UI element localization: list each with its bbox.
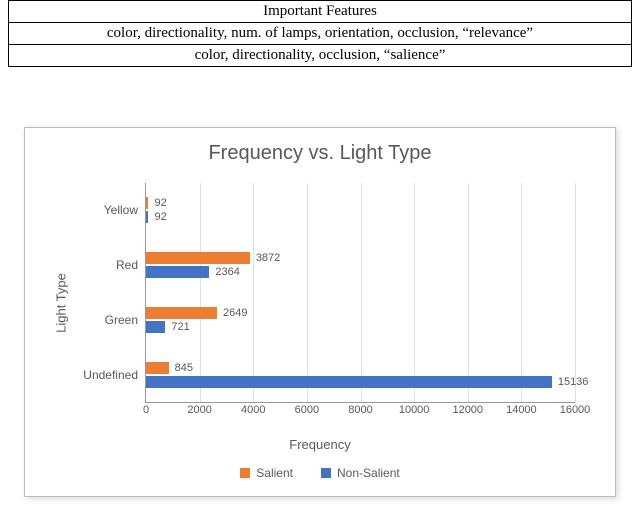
chart-card: Frequency vs. Light Type Light Type 0200… (24, 127, 616, 497)
bar-value-label: 92 (154, 211, 166, 223)
category-label: Yellow (104, 203, 146, 217)
category-group: Yellow9292 (146, 183, 575, 238)
legend-item-nonsalient: Non-Salient (321, 466, 400, 480)
category-label: Undefined (83, 368, 146, 382)
x-tick: 6000 (295, 404, 319, 416)
bar-value-label: 15136 (558, 376, 589, 388)
legend-label: Non-Salient (337, 466, 400, 480)
table-row: color, directionality, num. of lamps, or… (9, 23, 632, 45)
x-axis-label: Frequency (25, 437, 615, 452)
table-row: color, directionality, occlusion, “salie… (9, 45, 632, 67)
bar-nonsalient (146, 321, 165, 333)
chart-title: Frequency vs. Light Type (25, 128, 615, 173)
category-group: Green2649721 (146, 293, 575, 348)
y-axis-label: Light Type (53, 273, 68, 333)
bar-nonsalient (146, 266, 209, 278)
x-tick: 16000 (560, 404, 591, 416)
legend-label: Salient (256, 466, 293, 480)
plot-zone: Light Type 02000400060008000100001200014… (85, 173, 585, 433)
bar-salient (146, 362, 169, 374)
category-group: Red38722364 (146, 238, 575, 293)
legend-swatch-salient (240, 468, 250, 478)
x-tick: 10000 (399, 404, 430, 416)
bar-salient (146, 252, 250, 264)
bar-salient (146, 197, 148, 209)
x-tick: 4000 (241, 404, 265, 416)
plot-area: 0200040006000800010000120001400016000 Ye… (145, 183, 575, 403)
x-axis-ticks: 0200040006000800010000120001400016000 (146, 404, 575, 420)
bar-value-label: 2364 (215, 266, 239, 278)
bar-value-label: 721 (171, 321, 189, 333)
bar-value-label: 2649 (223, 307, 247, 319)
category-group: Undefined84515136 (146, 347, 575, 402)
legend: Salient Non-Salient (25, 452, 615, 496)
x-tick: 8000 (348, 404, 372, 416)
legend-swatch-nonsalient (321, 468, 331, 478)
legend-item-salient: Salient (240, 466, 293, 480)
x-tick: 2000 (187, 404, 211, 416)
features-table: Important Features color, directionality… (0, 0, 640, 67)
x-tick: 0 (143, 404, 149, 416)
category-label: Red (116, 258, 146, 272)
bar-nonsalient (146, 211, 148, 223)
gridline (575, 183, 576, 402)
category-label: Green (105, 313, 146, 327)
bar-value-label: 3872 (256, 252, 280, 264)
bar-nonsalient (146, 376, 552, 388)
table-header: Important Features (9, 1, 632, 23)
x-tick: 12000 (452, 404, 483, 416)
bar-value-label: 845 (175, 362, 193, 374)
x-tick: 14000 (506, 404, 537, 416)
bar-value-label: 92 (154, 197, 166, 209)
bar-salient (146, 307, 217, 319)
